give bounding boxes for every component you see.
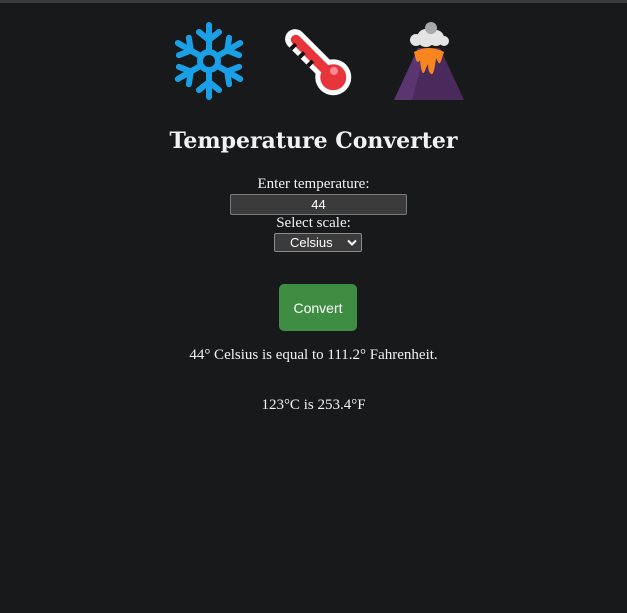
thermometer-icon [285,29,352,96]
window-top-border [0,0,627,3]
scale-selected-value: Celsius [290,235,333,250]
volcano-icon [394,22,464,100]
convert-button[interactable]: Convert [279,284,357,331]
snowflake-icon [174,22,244,100]
header-icons [0,18,627,104]
temperature-label: Enter temperature: [257,176,370,192]
scale-select[interactable]: Celsius [274,233,362,252]
page-title: Temperature Converter [169,128,458,154]
chevron-down-icon [347,239,357,246]
example-result: 123°C is 253.4°F [261,397,366,413]
conversion-result: 44° Celsius is equal to 111.2° Fahrenhei… [189,347,438,363]
temperature-input[interactable]: 44 [230,194,407,215]
scale-label: Select scale: [276,215,351,231]
